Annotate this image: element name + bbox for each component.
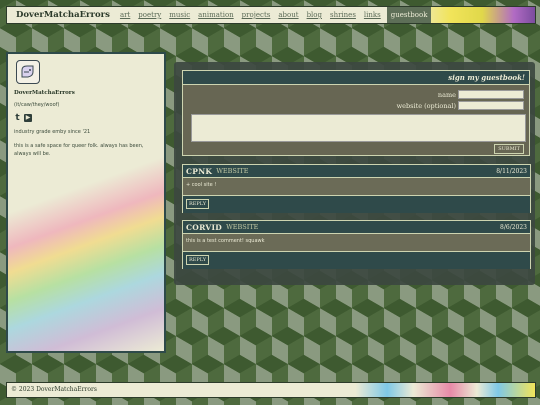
site-brand[interactable]: DoverMatchaErrors: [7, 10, 116, 20]
comment-author: CPNK: [186, 166, 213, 176]
comment-body: this is a test comment! squawk: [186, 238, 265, 244]
youtube-icon[interactable]: ▶: [24, 114, 32, 122]
comment-body: + cool site !: [186, 182, 217, 188]
comment-footer: REPLY: [183, 251, 530, 269]
name-row: name: [438, 90, 524, 99]
comment-entry: CPNK WEBSITE 8/11/2023 + cool site ! REP…: [182, 164, 531, 213]
submit-button[interactable]: SUBMIT: [494, 144, 524, 154]
website-row: website (optional): [397, 101, 524, 110]
nav-link-shrines[interactable]: shrines: [330, 11, 356, 19]
comment-header: CPNK WEBSITE 8/11/2023: [183, 165, 530, 178]
reply-button[interactable]: REPLY: [186, 199, 210, 209]
social-links: t ▶: [14, 114, 158, 123]
nav-link-about[interactable]: about: [278, 11, 298, 19]
website-input[interactable]: [458, 101, 524, 110]
pronouns: (it/caw/they/woof): [14, 102, 60, 108]
nav-link-music[interactable]: music: [169, 11, 190, 19]
nav-link-poetry[interactable]: poetry: [138, 11, 161, 19]
reply-button[interactable]: REPLY: [186, 255, 210, 265]
comment-entry: CORVID WEBSITE 8/6/2023 this is a test c…: [182, 220, 531, 269]
comment-author: CORVID: [186, 222, 223, 232]
profile-sidebar: DoverMatchaErrors (it/caw/they/woof) t ▶…: [6, 52, 166, 353]
comment-date: 8/11/2023: [496, 167, 527, 175]
message-textarea[interactable]: [191, 114, 526, 142]
guestbook-form: sign my guestbook! name website (optiona…: [182, 70, 530, 156]
guestbook-panel: sign my guestbook! name website (optiona…: [174, 62, 535, 285]
nav-link-guestbook-active[interactable]: guestbook: [386, 7, 432, 23]
website-label: website (optional): [396, 101, 456, 110]
comment-website-link[interactable]: WEBSITE: [216, 167, 248, 175]
nav-link-projects[interactable]: projects: [242, 11, 271, 19]
name-label: name: [437, 90, 456, 99]
bio-line-2: this is a safe space for queer folk. alw…: [14, 143, 144, 157]
profile-name: DoverMatchaErrors: [14, 90, 75, 96]
tumblr-icon[interactable]: t: [14, 114, 21, 123]
top-nav-bar: DoverMatchaErrors art poetry music anima…: [6, 6, 536, 24]
comment-footer: REPLY: [183, 195, 530, 213]
avatar: [16, 60, 40, 84]
comment-date: 8/6/2023: [500, 223, 527, 231]
page-footer: © 2023 DoverMatchaErrors: [6, 382, 536, 398]
nav-link-animation[interactable]: animation: [198, 11, 234, 19]
name-input[interactable]: [458, 90, 524, 99]
nav-link-art[interactable]: art: [120, 11, 130, 19]
comment-header: CORVID WEBSITE 8/6/2023: [183, 221, 530, 234]
nav-link-links[interactable]: links: [364, 11, 381, 19]
avatar-drawing-icon: [21, 65, 34, 78]
comment-website-link[interactable]: WEBSITE: [226, 223, 258, 231]
bio-line-1: industry grade emby since '21: [14, 129, 91, 135]
guestbook-title: sign my guestbook!: [183, 71, 529, 85]
nav-link-blog[interactable]: blog: [307, 11, 322, 19]
